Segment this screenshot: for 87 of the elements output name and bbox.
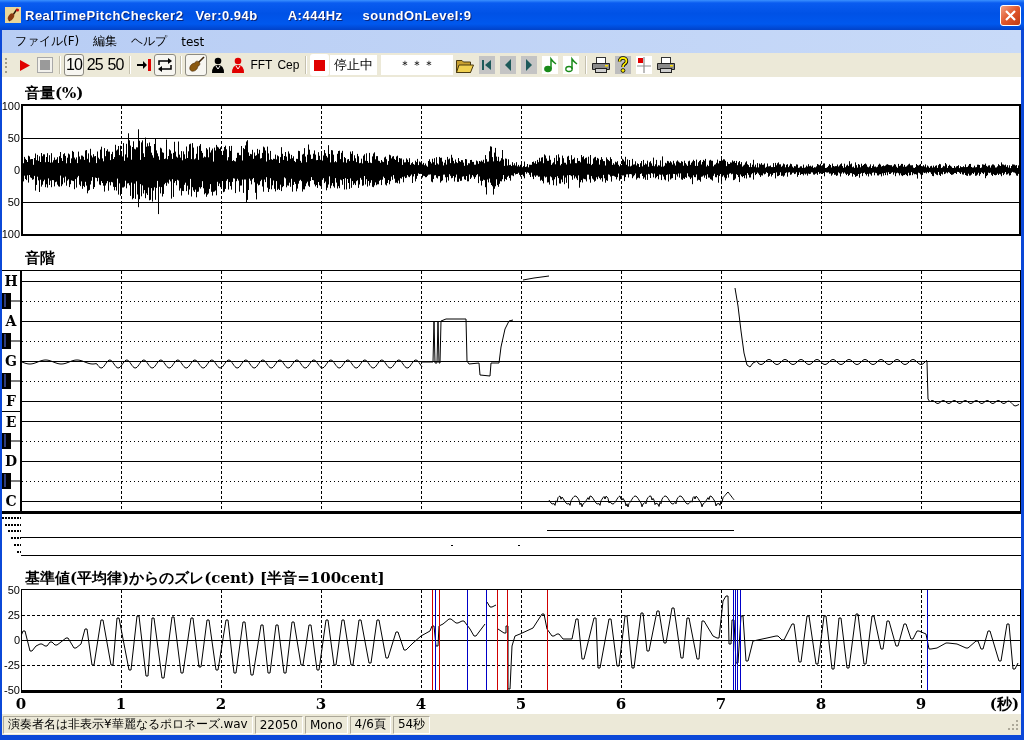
axis-tick-label: 50 bbox=[7, 584, 20, 596]
next-button[interactable] bbox=[519, 54, 540, 76]
menu-item[interactable]: 編集 bbox=[87, 31, 124, 52]
axis-tick-label: 5 bbox=[515, 696, 527, 713]
axis-tick-label: 100 bbox=[1, 100, 20, 112]
close-button[interactable] bbox=[1000, 4, 1021, 26]
status-panel: Mono bbox=[304, 715, 348, 734]
note-label: D bbox=[4, 453, 18, 469]
music-note-icon bbox=[542, 56, 559, 74]
resize-grip-icon bbox=[1008, 719, 1018, 730]
axis-tick-label: 4 bbox=[415, 696, 427, 713]
axis-tick-label: 50 bbox=[7, 132, 20, 144]
violin-icon bbox=[187, 56, 206, 74]
note-label: G bbox=[5, 353, 17, 369]
note-display: ＊＊＊ bbox=[381, 55, 454, 75]
skip-start-icon bbox=[479, 56, 496, 74]
status-panel: 54秒 bbox=[392, 715, 431, 734]
chart-title: 音量(%) bbox=[25, 84, 84, 102]
axis-tick-label: 8 bbox=[815, 696, 827, 713]
stop-icon bbox=[314, 59, 326, 71]
tick-mark bbox=[518, 545, 520, 546]
rate-button[interactable]: 25 bbox=[84, 54, 105, 76]
stop-icon bbox=[37, 57, 53, 73]
axis-tick-label: 6 bbox=[615, 696, 627, 713]
tick-mark bbox=[451, 545, 453, 546]
violin-button[interactable] bbox=[185, 54, 208, 76]
axis-tick-label: 50 bbox=[7, 196, 20, 208]
axis-tick-label: 0 bbox=[13, 634, 20, 646]
axis-tick-label: -50 bbox=[4, 684, 20, 696]
note-label: H bbox=[4, 273, 18, 289]
axis-tick-label: 7 bbox=[715, 696, 727, 713]
axis-tick-label: 1 bbox=[115, 696, 127, 713]
window-title: RealTimePitchChecker2 bbox=[25, 7, 184, 23]
axis-tick-label: -25 bbox=[4, 659, 20, 671]
status-panel: 4/6頁 bbox=[349, 715, 391, 734]
sound-level-text: soundOnLevel:9 bbox=[362, 7, 472, 23]
next-icon bbox=[521, 56, 538, 74]
rate-button[interactable]: 50 bbox=[105, 54, 126, 76]
reference-pitch-text: A:444Hz bbox=[287, 7, 343, 23]
close-icon bbox=[1005, 9, 1016, 21]
record-stop-button[interactable] bbox=[310, 54, 330, 76]
folder-icon bbox=[456, 57, 475, 73]
axis-tick-label: 9 bbox=[915, 696, 927, 713]
music-note-icon bbox=[563, 56, 580, 74]
loop-button[interactable] bbox=[154, 54, 177, 76]
print-button[interactable] bbox=[655, 54, 678, 76]
analysis-button[interactable]: Cep bbox=[275, 54, 302, 76]
app-icon bbox=[5, 7, 21, 23]
menu-item[interactable]: test bbox=[175, 31, 211, 52]
arrow-to-bar-icon bbox=[136, 59, 151, 71]
axis-tick-label: 25 bbox=[7, 609, 20, 621]
menu-item[interactable]: ヘルプ bbox=[125, 31, 174, 52]
status-text: 停止中 bbox=[330, 55, 378, 75]
analysis-button[interactable]: FFT bbox=[248, 54, 275, 76]
skip-start-button[interactable] bbox=[477, 54, 498, 76]
rate-button[interactable]: 10 bbox=[64, 54, 84, 76]
status-panel: 演奏者名は非表示¥華麗なるポロネーズ.wav bbox=[3, 715, 253, 734]
crosshair-button[interactable] bbox=[634, 54, 655, 76]
chart-title: 音階 bbox=[25, 249, 55, 267]
person-icon bbox=[230, 57, 245, 73]
previous-icon bbox=[500, 56, 517, 74]
help-icon bbox=[615, 56, 632, 74]
note-label: E bbox=[5, 413, 17, 430]
axis-tick-label: 100 bbox=[1, 228, 20, 240]
print-button[interactable] bbox=[590, 54, 613, 76]
note-label: C bbox=[5, 493, 17, 509]
axis-tick-label: 0 bbox=[15, 696, 27, 713]
crosshair-icon bbox=[636, 56, 653, 74]
status-panel: 22050 bbox=[254, 715, 303, 734]
axis-tick-label: 2 bbox=[215, 696, 227, 713]
previous-button[interactable] bbox=[498, 54, 519, 76]
person-icon bbox=[210, 57, 225, 73]
note-button[interactable] bbox=[540, 54, 561, 76]
play-icon bbox=[19, 59, 30, 71]
menu-item[interactable]: ファイル(F) bbox=[9, 31, 86, 52]
axis-tick-label: 3 bbox=[315, 696, 327, 713]
version-text: Ver:0.94b bbox=[195, 7, 258, 23]
help-button[interactable] bbox=[613, 54, 634, 76]
loop-icon bbox=[157, 58, 174, 72]
note-button[interactable] bbox=[561, 54, 582, 76]
note-label: F bbox=[6, 393, 16, 409]
note-label: A bbox=[5, 313, 17, 329]
printer-icon bbox=[657, 57, 676, 73]
axis-unit-label: (秒) bbox=[989, 696, 1019, 713]
chart-title: 基準値(平均律)からのズレ(cent) [半音=100cent] bbox=[25, 569, 385, 587]
printer-icon bbox=[592, 57, 611, 73]
axis-tick-label: 0 bbox=[13, 164, 20, 176]
